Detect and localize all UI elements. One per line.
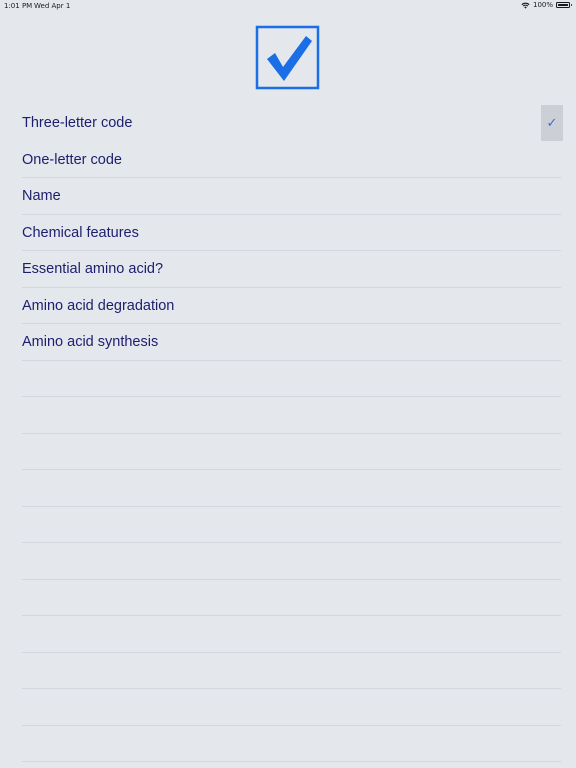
empty-row [22,361,561,397]
empty-row [22,470,561,507]
option-row[interactable]: Three-letter code ✓ [22,105,563,142]
empty-row [22,616,561,653]
options-list: Three-letter code ✓ One-letter code Name Che… [22,105,563,762]
status-time: 1:01 PM [4,2,33,10]
option-row[interactable]: One-letter code [22,142,561,178]
option-row[interactable]: Amino acid synthesis [22,324,561,361]
option-label: Essential amino acid? [22,261,164,277]
checkmark-icon[interactable]: ✓ [541,105,563,141]
option-row[interactable]: Essential amino acid? [22,251,561,288]
option-label: Amino acid degradation [22,297,175,314]
empty-row [22,580,561,616]
option-label: Three-letter code [22,115,133,131]
empty-row [22,434,561,470]
empty-row [22,726,561,762]
option-label: One-letter code [22,151,122,168]
status-bar: 1:01 PM Wed Apr 1 100% [0,0,576,12]
empty-row [22,397,561,434]
status-date: Wed Apr 1 [34,2,71,10]
option-label: Amino acid synthesis [22,334,159,350]
battery-fill [558,4,568,6]
empty-row [22,689,561,726]
option-row[interactable]: Amino acid degradation [22,288,561,324]
empty-row [22,543,561,580]
option-row[interactable]: Name [22,178,561,215]
option-label: Chemical features [22,224,139,241]
checkbox-checked-icon [255,25,320,90]
empty-row [22,507,561,543]
battery-percent: 100% [532,1,553,9]
option-label: Name [22,188,61,204]
battery-icon [556,2,572,8]
option-row[interactable]: Chemical features [22,215,561,251]
status-right: 100% [521,1,572,9]
wifi-icon [521,2,530,9]
empty-row [22,653,561,689]
